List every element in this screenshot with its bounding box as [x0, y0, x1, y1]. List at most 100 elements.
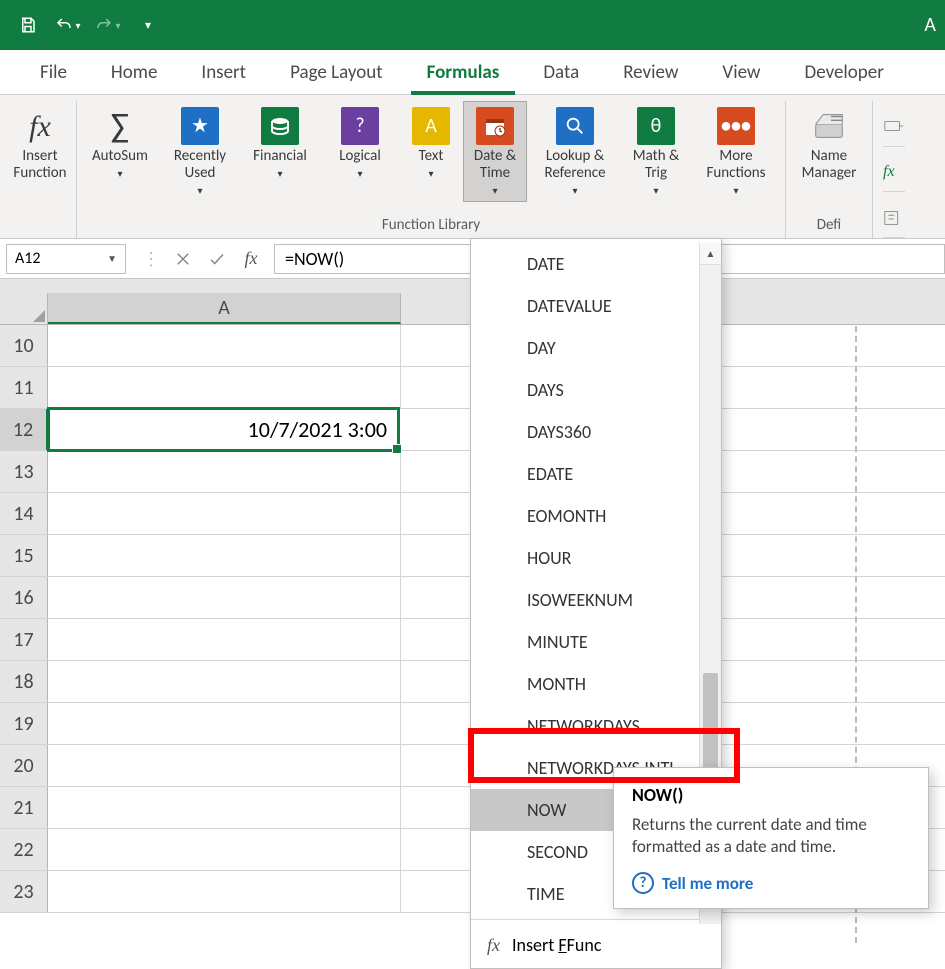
create-from-selection-row[interactable]	[883, 198, 905, 238]
row-header[interactable]: 12	[0, 409, 48, 450]
cell-a10[interactable]	[48, 325, 401, 366]
column-header-a[interactable]: A	[48, 293, 401, 324]
text-label: Text	[419, 148, 444, 165]
financial-label: Financial	[253, 148, 307, 165]
tooltip-title: NOW()	[632, 784, 910, 806]
row-header[interactable]: 18	[0, 661, 48, 702]
menu-item-edate[interactable]: EDATE	[471, 453, 721, 495]
tab-review[interactable]: Review	[601, 51, 700, 94]
tell-me-more-link[interactable]: ? Tell me more	[632, 872, 910, 894]
name-box[interactable]: A12 ▼	[6, 244, 126, 274]
row-header[interactable]: 23	[0, 871, 48, 912]
tab-insert[interactable]: Insert	[179, 51, 268, 94]
ribbon-tabs: File Home Insert Page Layout Formulas Da…	[0, 50, 945, 95]
tab-view[interactable]: View	[700, 51, 782, 94]
row-header[interactable]: 22	[0, 829, 48, 870]
menu-item-hour[interactable]: HOUR	[471, 537, 721, 579]
cell-a21[interactable]	[48, 787, 401, 828]
row-header[interactable]: 20	[0, 745, 48, 786]
group-insert-function: fx Insert Function	[4, 101, 77, 238]
recently-used-button[interactable]: ★ Recently Used▾	[161, 101, 239, 202]
chevron-down-icon[interactable]: ▼	[107, 252, 117, 265]
save-button[interactable]	[8, 5, 48, 45]
qat-customize[interactable]: ▾	[128, 5, 168, 45]
autosum-button[interactable]: ∑ AutoSum▾	[81, 101, 159, 202]
menu-item-eomonth[interactable]: EOMONTH	[471, 495, 721, 537]
financial-button[interactable]: Financial▾	[241, 101, 319, 202]
cell-a22[interactable]	[48, 829, 401, 870]
cell-a16[interactable]	[48, 577, 401, 618]
row-header[interactable]: 19	[0, 703, 48, 744]
name-manager-button[interactable]: Name Manager	[790, 101, 868, 187]
insert-function-menu-item[interactable]: fx Insert FFunc	[471, 924, 721, 964]
chevron-down-icon: ▾	[733, 182, 738, 199]
cell-a19[interactable]	[48, 703, 401, 744]
tab-data[interactable]: Data	[521, 51, 601, 94]
cell-a20[interactable]	[48, 745, 401, 786]
function-tooltip: NOW() Returns the current date and time …	[613, 767, 929, 909]
menu-item-minute[interactable]: MINUTE	[471, 621, 721, 663]
question-icon: ?	[340, 106, 380, 146]
row-header[interactable]: 11	[0, 367, 48, 408]
tab-formulas[interactable]: Formulas	[405, 51, 522, 94]
lookup-reference-button[interactable]: Lookup & Reference▾	[529, 101, 621, 202]
name-manager-label: Name Manager	[793, 148, 865, 182]
tab-developer[interactable]: Developer	[783, 51, 906, 94]
logical-button[interactable]: ? Logical▾	[321, 101, 399, 202]
cell-a14[interactable]	[48, 493, 401, 534]
cell-a13[interactable]	[48, 451, 401, 492]
row-header[interactable]: 10	[0, 325, 48, 366]
define-name-row[interactable]	[883, 107, 905, 147]
fx-button[interactable]: fx	[234, 244, 268, 274]
cell-a17[interactable]	[48, 619, 401, 660]
cell-a12[interactable]: 10/7/2021 3:00	[47, 407, 400, 452]
cell-a15[interactable]	[48, 535, 401, 576]
cancel-button[interactable]	[166, 244, 200, 274]
text-icon: A	[411, 106, 451, 146]
row-header[interactable]: 17	[0, 619, 48, 660]
cell-a23[interactable]	[48, 871, 401, 912]
select-all-corner[interactable]	[0, 293, 48, 324]
row-header[interactable]: 16	[0, 577, 48, 618]
enter-button[interactable]	[200, 244, 234, 274]
ribbon: fx Insert Function ∑ AutoSum▾ ★ Recently…	[0, 95, 945, 239]
tab-file[interactable]: File	[18, 51, 89, 94]
fx-icon: fx	[487, 935, 500, 956]
tab-home[interactable]: Home	[89, 51, 180, 94]
use-in-formula-row[interactable]: fx	[883, 153, 905, 193]
row-header[interactable]: 15	[0, 535, 48, 576]
menu-item-datevalue[interactable]: DATEVALUE	[471, 285, 721, 327]
search-icon	[555, 106, 595, 146]
menu-item-isoweeknum[interactable]: ISOWEEKNUM	[471, 579, 721, 621]
chevron-down-icon: ▾	[75, 19, 80, 32]
menu-item-day[interactable]: DAY	[471, 327, 721, 369]
tab-page-layout[interactable]: Page Layout	[268, 51, 405, 94]
date-time-button[interactable]: Date & Time▾	[463, 101, 527, 202]
menu-item-days360[interactable]: DAYS360	[471, 411, 721, 453]
menu-separator	[471, 919, 721, 920]
text-button[interactable]: A Text▾	[401, 101, 461, 202]
menu-item-date[interactable]: DATE	[471, 243, 721, 285]
chevron-down-icon: ▾	[653, 182, 658, 199]
undo-button[interactable]: ▾	[48, 5, 88, 45]
group-label-function-library: Function Library	[382, 216, 480, 234]
math-trig-button[interactable]: θ Math & Trig▾	[623, 101, 689, 202]
row-header[interactable]: 13	[0, 451, 48, 492]
chevron-down-icon: ▾	[115, 19, 120, 32]
tag-icon	[809, 106, 849, 146]
more-functions-button[interactable]: ••• More Functions▾	[691, 101, 781, 202]
defined-names-side: fx	[873, 101, 905, 238]
menu-item-networkdays[interactable]: NETWORKDAYS	[471, 705, 721, 747]
insert-function-label: Insert Function	[11, 148, 69, 184]
row-header[interactable]: 21	[0, 787, 48, 828]
group-function-library: ∑ AutoSum▾ ★ Recently Used▾ Financial▾ ?…	[77, 101, 786, 238]
insert-function-button[interactable]: fx Insert Function	[8, 101, 72, 187]
cell-a11[interactable]	[48, 367, 401, 408]
logical-label: Logical	[339, 148, 381, 165]
row-header[interactable]: 14	[0, 493, 48, 534]
redo-button[interactable]: ▾	[88, 5, 128, 45]
menu-item-month[interactable]: MONTH	[471, 663, 721, 705]
scroll-up-icon[interactable]: ▲	[700, 243, 721, 265]
menu-item-days[interactable]: DAYS	[471, 369, 721, 411]
cell-a18[interactable]	[48, 661, 401, 702]
